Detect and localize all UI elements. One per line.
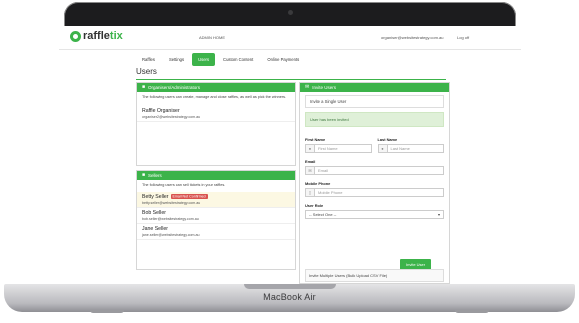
person-email: betty.seller@websitestrategy.com.au (142, 201, 201, 206)
laptop-foot-left (90, 310, 124, 313)
first-name-placeholder: First Name (318, 146, 338, 151)
app-screen: raffletix ADMIN HOME organiser@websitest… (59, 26, 521, 284)
list-item[interactable]: Jane Seller jane.seller@websitestrategy.… (137, 224, 295, 241)
chevron-down-icon: ▾ (437, 212, 440, 217)
tab-settings[interactable]: Settings (163, 53, 190, 66)
logout-link[interactable]: Log off (457, 35, 469, 40)
laptop-base: MacBook Air (4, 284, 575, 312)
person-name: Jane Seller (142, 226, 168, 233)
last-name-placeholder: Last Name (390, 146, 410, 151)
list-item[interactable]: Bob Seller bob.seller@websitestrategy.co… (137, 208, 295, 225)
logo[interactable]: raffletix (70, 30, 123, 42)
top-bar: raffletix ADMIN HOME organiser@websitest… (59, 26, 521, 50)
person-email: jane.seller@websitestrategy.com.au (142, 233, 200, 238)
person-name: Betty Seller (142, 194, 169, 201)
invite-single-heading: Invite a Single User (305, 95, 444, 108)
last-name-input[interactable]: ● Last Name (377, 144, 444, 153)
laptop-foot-right (455, 310, 489, 313)
logo-icon (70, 30, 81, 42)
tab-online-payments[interactable]: Online Payments (261, 53, 305, 66)
tab-raffles[interactable]: Raffles (136, 53, 161, 66)
admin-home-link[interactable]: ADMIN HOME (199, 35, 225, 40)
tab-custom-content[interactable]: Custom Content (217, 53, 259, 66)
logo-prefix: raffle (83, 30, 110, 42)
person-email: bob.seller@websitestrategy.com.au (142, 217, 199, 222)
person-name: Bob Seller (142, 210, 166, 217)
page-title: Users (136, 67, 157, 76)
success-alert: User has been invited (305, 112, 444, 127)
device-label: MacBook Air (263, 292, 316, 302)
list-item[interactable]: Raffle Organiser organiser2@websitestrat… (137, 106, 295, 123)
sellers-panel: ■ Sellers The following users can sell t… (136, 170, 296, 270)
list-item[interactable]: Betty Seller Email Not Confirmed betty.se… (137, 192, 295, 209)
invite-panel-header: ✉ Invite Users (300, 83, 449, 92)
organisers-panel-header: ■ Organisers/Administrators (137, 83, 295, 92)
nav-tabs: Raffles Settings Users Custom Content On… (136, 53, 305, 66)
phone-label: Mobile Phone (305, 181, 331, 186)
sellers-icon: ■ (142, 172, 146, 178)
sellers-heading: Sellers (148, 173, 162, 178)
email-input[interactable]: ✉ Email (305, 166, 444, 175)
organisers-heading: Organisers/Administrators (148, 85, 201, 90)
email-label: Email (305, 159, 316, 164)
users-icon: ■ (142, 84, 146, 90)
organisers-description: The following users can create, manage a… (142, 95, 287, 99)
phone-icon: ▯ (306, 189, 315, 196)
user-email: organiser@websitestrategy.com.au (381, 35, 444, 40)
role-select[interactable]: -- Select One -- ▾ (305, 210, 444, 219)
sellers-description: The following users can sell tickets in … (142, 183, 226, 187)
phone-placeholder: Mobile Phone (318, 190, 343, 195)
invite-panel: ✉ Invite Users Invite a Single User User… (299, 82, 450, 284)
title-divider (136, 79, 446, 80)
status-badge: Email Not Confirmed (170, 193, 208, 199)
camera-dot (288, 10, 293, 15)
bulk-upload-toggle[interactable]: Invite Multiple Users (Bulk Upload CSV F… (305, 269, 444, 282)
envelope-icon: ✉ (306, 167, 315, 174)
person-name: Raffle Organiser (142, 108, 180, 115)
organisers-panel: ■ Organisers/Administrators The followin… (136, 82, 296, 166)
envelope-icon: ✉ (305, 84, 310, 90)
sellers-panel-header: ■ Sellers (137, 171, 295, 180)
tab-users[interactable]: Users (192, 53, 216, 66)
email-placeholder: Email (318, 168, 329, 173)
phone-input[interactable]: ▯ Mobile Phone (305, 188, 444, 197)
first-name-label: First Name (305, 137, 326, 142)
laptop-notch (244, 284, 336, 289)
user-icon: ● (378, 145, 388, 152)
person-email: organiser2@websitestrategy.com.au (142, 115, 201, 120)
role-selected: -- Select One -- (309, 212, 337, 217)
user-icon: ● (306, 145, 315, 152)
invite-heading: Invite Users (312, 85, 336, 90)
role-label: User Role (305, 203, 324, 208)
logo-suffix: tix (109, 30, 123, 42)
first-name-input[interactable]: ● First Name (305, 144, 372, 153)
last-name-label: Last Name (377, 137, 398, 142)
